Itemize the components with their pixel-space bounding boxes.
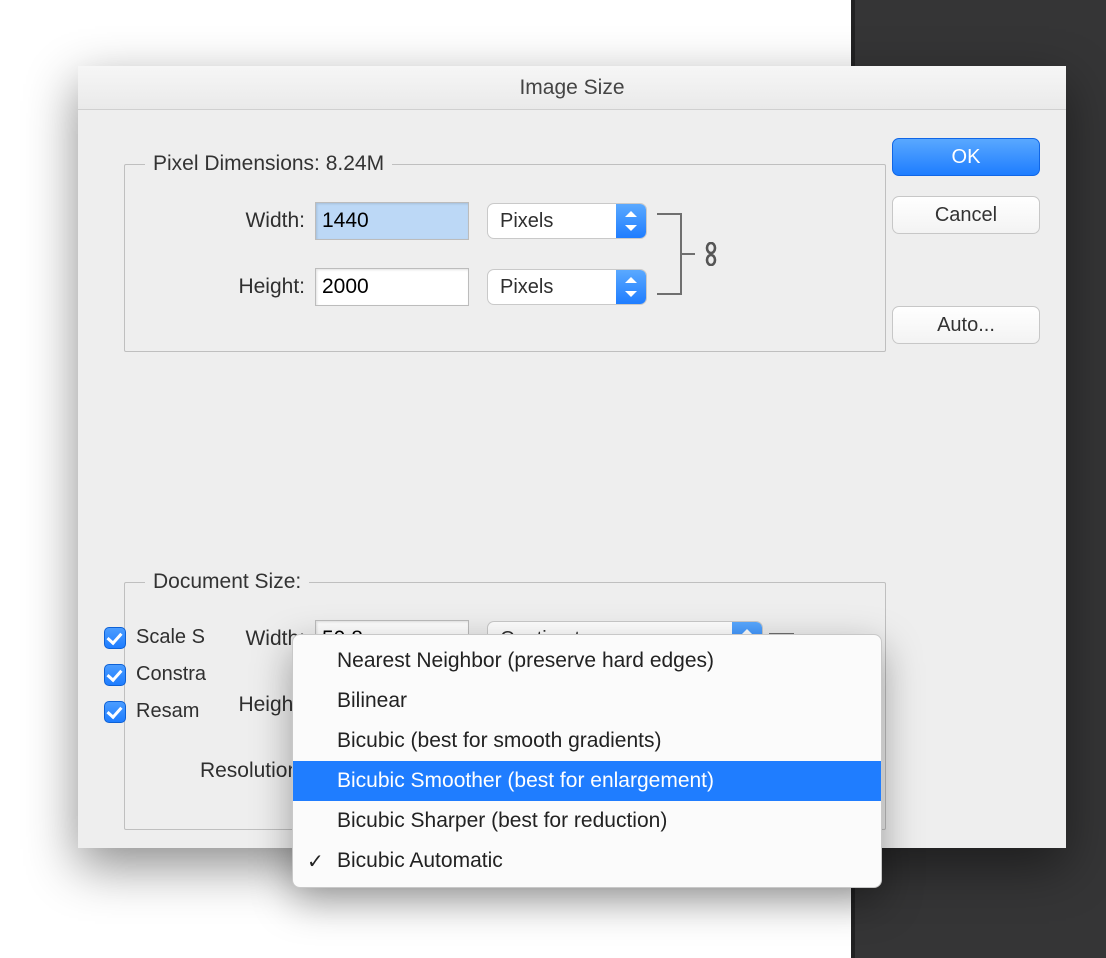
scale-styles-checkbox[interactable] <box>104 627 126 649</box>
pixel-width-unit-value: Pixels <box>500 210 553 232</box>
pixel-dimensions-group: Pixel Dimensions: 8.24M Width: Pixels He… <box>124 152 886 352</box>
resample-menu-item-label: Bicubic (best for smooth gradients) <box>337 729 661 753</box>
chevron-updown-icon <box>616 270 646 304</box>
resample-menu-item-label: Bicubic Automatic <box>337 849 503 873</box>
resample-menu-item[interactable]: Bicubic Sharper (best for reduction) <box>293 801 881 841</box>
image-size-dialog: Image Size OK Cancel Auto... Pixel Dimen… <box>78 66 1066 848</box>
constrain-proportions-label: Constra <box>136 663 206 686</box>
resample-menu-item-label: Bilinear <box>337 689 407 713</box>
resample-menu-item[interactable]: Nearest Neighbor (preserve hard edges) <box>293 641 881 681</box>
option-checkboxes: Scale S Constra Resam <box>104 626 206 723</box>
resample-image-label: Resam <box>136 700 199 723</box>
pixel-width-unit-select[interactable]: Pixels <box>487 203 647 239</box>
resample-image-checkbox[interactable] <box>104 701 126 723</box>
constrain-proportions-checkbox[interactable] <box>104 664 126 686</box>
dialog-buttons: OK Cancel Auto... <box>892 138 1040 344</box>
resample-menu-item-label: Nearest Neighbor (preserve hard edges) <box>337 649 714 673</box>
pixel-dimensions-legend: Pixel Dimensions: 8.24M <box>145 152 392 176</box>
pixel-height-unit-value: Pixels <box>500 276 553 298</box>
pixel-height-input[interactable] <box>315 268 469 306</box>
chevron-updown-icon <box>616 204 646 238</box>
constrain-link-bracket <box>655 212 699 296</box>
scale-styles-label: Scale S <box>136 626 205 649</box>
auto-button[interactable]: Auto... <box>892 306 1040 344</box>
chain-link-icon <box>699 242 723 266</box>
resample-method-menu: Nearest Neighbor (preserve hard edges) Bi… <box>292 634 882 888</box>
cancel-button[interactable]: Cancel <box>892 196 1040 234</box>
pixel-height-unit-select[interactable]: Pixels <box>487 269 647 305</box>
checkmark-icon: ✓ <box>307 849 324 874</box>
resample-menu-item-label: Bicubic Sharper (best for reduction) <box>337 809 667 833</box>
ok-button[interactable]: OK <box>892 138 1040 176</box>
resample-menu-item-label: Bicubic Smoother (best for enlargement) <box>337 769 714 793</box>
dialog-title: Image Size <box>78 66 1066 110</box>
document-size-legend: Document Size: <box>145 570 309 594</box>
resample-menu-item[interactable]: ✓ Bicubic Automatic <box>293 841 881 881</box>
pixel-width-input[interactable] <box>315 202 469 240</box>
resample-menu-item[interactable]: Bicubic (best for smooth gradients) <box>293 721 881 761</box>
resample-menu-item[interactable]: Bicubic Smoother (best for enlargement) <box>293 761 881 801</box>
resample-menu-item[interactable]: Bilinear <box>293 681 881 721</box>
resolution-label: Resolution: <box>145 759 315 783</box>
pixel-width-label: Width: <box>145 209 315 233</box>
pixel-height-label: Height: <box>145 275 315 299</box>
